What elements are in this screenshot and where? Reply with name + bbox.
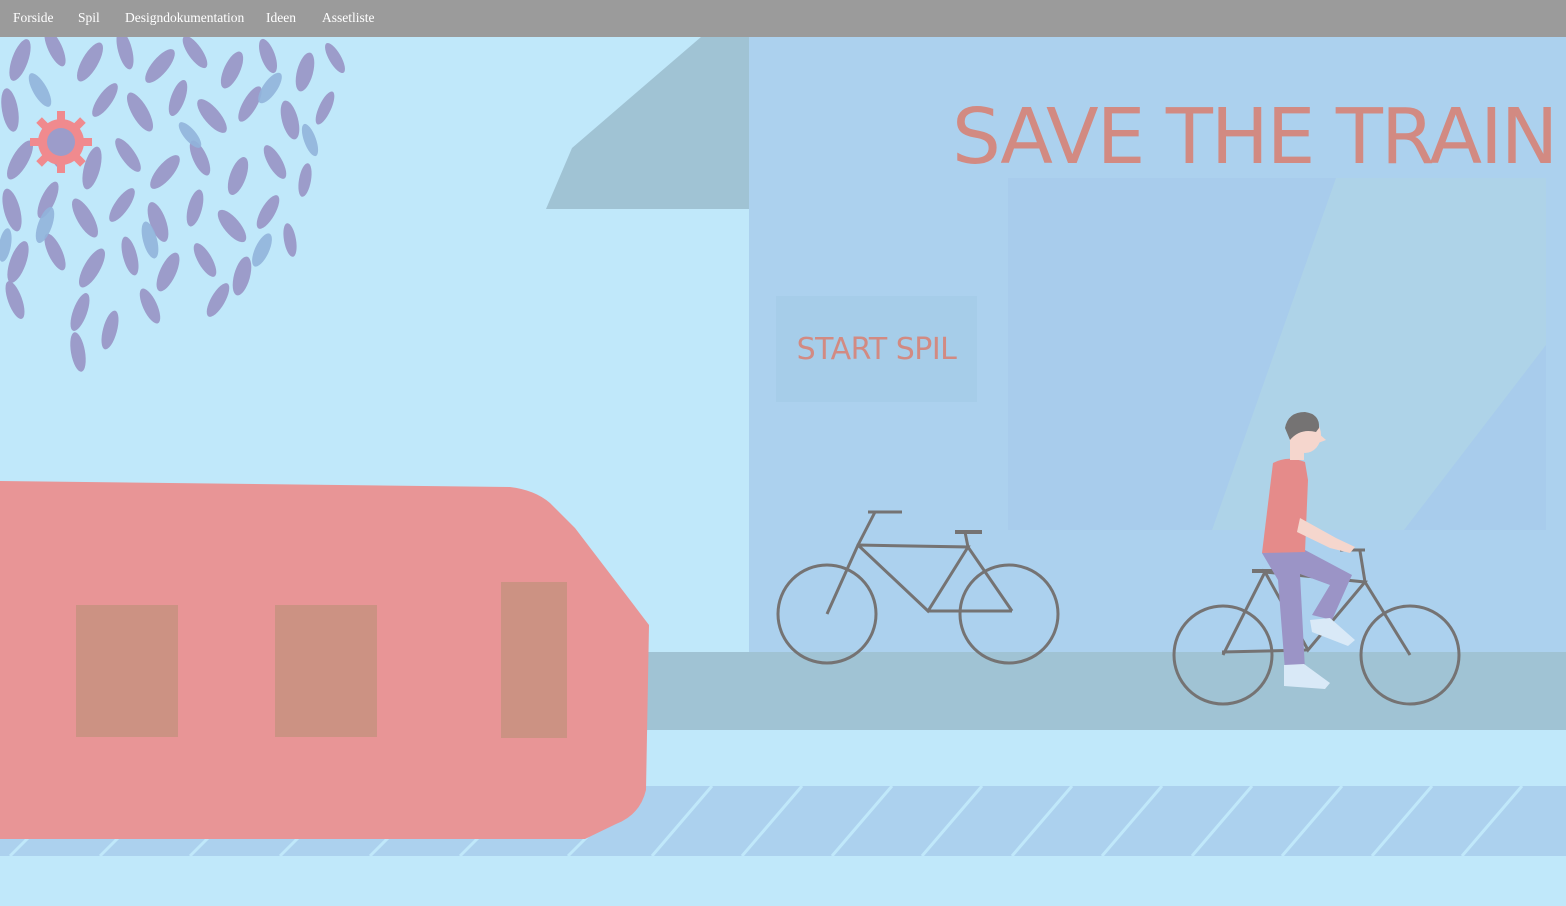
settings-button[interactable] (30, 111, 92, 173)
train-window (76, 605, 178, 737)
nav-link-spil[interactable]: Spil (78, 10, 100, 26)
game-scene: SAVE THE TRAIN START SPIL (0, 37, 1566, 906)
start-game-button[interactable]: START SPIL (776, 296, 977, 402)
train-door (501, 582, 567, 738)
gear-icon (30, 111, 92, 173)
nav-link-forside[interactable]: Forside (13, 10, 54, 26)
top-navigation: Forside Spil Designdokumentation Ideen A… (0, 0, 1566, 37)
train (0, 481, 649, 839)
platform (640, 652, 1566, 730)
train-window (275, 605, 377, 737)
game-title: SAVE THE TRAIN (952, 93, 1558, 182)
nav-link-ideen[interactable]: Ideen (266, 10, 296, 26)
nav-link-designdokumentation[interactable]: Designdokumentation (125, 10, 244, 26)
nav-link-assetliste[interactable]: Assetliste (322, 10, 375, 26)
